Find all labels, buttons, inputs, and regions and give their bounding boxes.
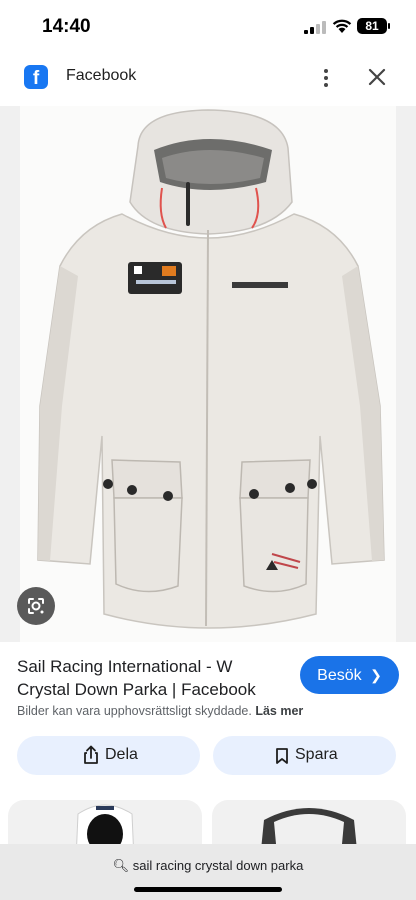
wifi-icon — [332, 19, 352, 33]
more-options-icon[interactable] — [318, 66, 334, 90]
search-query: sail racing crystal down parka — [132, 858, 304, 873]
status-bar: 14:40 81 — [0, 0, 416, 52]
read-more-link[interactable]: Läs mer — [255, 704, 303, 718]
chevron-right-icon: ❯ — [370, 667, 382, 683]
battery-tip — [388, 23, 390, 29]
image-preview[interactable] — [0, 106, 416, 642]
source-title: Facebook — [66, 67, 137, 84]
image-canvas — [20, 106, 396, 642]
visit-label: Besök — [317, 667, 362, 684]
result-title-line1: Sail Racing International - W — [17, 657, 233, 676]
share-icon — [84, 745, 98, 764]
facebook-logo-icon: f — [24, 65, 48, 89]
app-header: f Facebook — [0, 52, 416, 104]
save-label: Spara — [295, 746, 338, 763]
save-button[interactable]: Spara — [213, 736, 396, 775]
visit-button[interactable]: Besök ❯ — [300, 656, 399, 694]
share-label: Dela — [105, 746, 138, 763]
battery-icon: 81 — [357, 18, 387, 34]
copyright-text: Bilder kan vara upphovsrättsligt skyddad… — [17, 704, 252, 718]
close-icon[interactable] — [366, 66, 388, 88]
status-time: 14:40 — [42, 16, 91, 37]
result-title-line2: Crystal Down Parka | Facebook — [17, 680, 256, 699]
search-query-display: 🔍︎ sail racing crystal down parka — [0, 858, 416, 874]
parka-image — [37, 109, 385, 629]
bookmark-icon — [276, 748, 288, 764]
share-button[interactable]: Dela — [17, 736, 200, 775]
result-title[interactable]: Sail Racing International - W Crystal Do… — [17, 655, 285, 701]
lens-button[interactable] — [17, 587, 55, 625]
lens-icon — [28, 598, 44, 614]
copyright-notice: Bilder kan vara upphovsrättsligt skyddad… — [17, 704, 303, 718]
search-icon: 🔍︎ — [112, 858, 130, 873]
signal-icon — [304, 21, 326, 34]
home-indicator — [134, 887, 282, 892]
